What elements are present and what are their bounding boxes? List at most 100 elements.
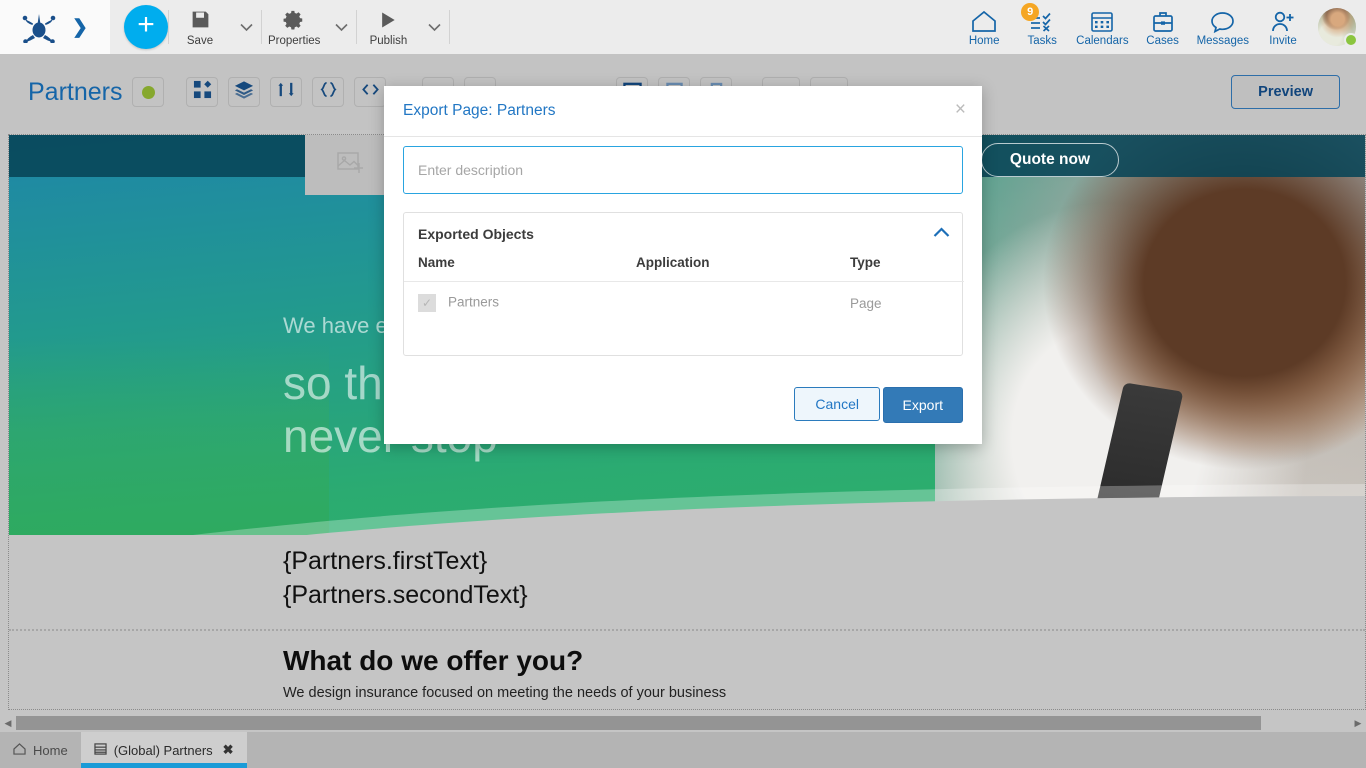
toolbar-publish-group: Publish [357,0,449,54]
exported-objects-header[interactable]: Exported Objects [404,213,962,255]
export-button[interactable]: Export [882,387,963,423]
save-floppy-icon [190,8,211,32]
nav-item-messages[interactable]: Messages [1192,0,1254,54]
exported-objects-panel: Exported Objects Name Application Type ✓… [403,212,964,356]
logo-zone: ❯ [0,0,110,54]
nav-label-messages: Messages [1196,34,1249,47]
page-status-button[interactable] [132,77,165,107]
table-header-row: Name Application Type [404,255,964,282]
table-row[interactable]: ✓ Partners Page [404,282,964,313]
cell-type: Page [850,295,882,311]
scrollbar-thumb[interactable] [16,716,1261,730]
avatar-online-status-dot [1344,33,1358,47]
row-checkbox-checked-icon[interactable]: ✓ [418,294,436,312]
publish-dropdown-caret[interactable] [419,0,449,54]
save-label: Save [186,34,214,47]
template-expression-first[interactable]: {Partners.firstText} [283,547,487,576]
properties-dropdown-caret[interactable] [326,0,356,54]
home-outline-icon [13,742,26,758]
body-section: {Partners.firstText} {Partners.secondTex… [9,535,1365,709]
chevron-up-icon[interactable] [933,225,950,243]
gear-icon [283,8,305,32]
export-page-dialog: Export Page: Partners × Exported Objects… [384,86,982,444]
frog-logo-icon[interactable] [22,11,56,44]
nav-label-calendars: Calendars [1076,34,1129,47]
speech-bubble-icon [1210,8,1235,33]
calendar-icon [1090,8,1114,33]
tab-home[interactable]: Home [0,732,81,768]
braces-button[interactable] [312,77,345,107]
cancel-button[interactable]: Cancel [794,387,880,421]
exported-objects-label: Exported Objects [418,226,534,242]
home-icon [971,8,997,33]
nav-label-home: Home [968,34,1000,47]
column-header-name: Name [404,255,636,282]
flow-button[interactable] [270,77,303,107]
page-title: Partners [28,77,123,106]
toolbar-properties-group: Properties [262,0,356,54]
description-input[interactable] [403,146,963,194]
tab-label-global-partners: (Global) Partners [113,742,213,758]
save-dropdown-caret[interactable] [231,0,261,54]
save-button[interactable]: Save [169,0,231,54]
dialog-header: Export Page: Partners × [384,86,982,137]
section-divider [9,629,1365,631]
tab-close-icon[interactable]: ✖ [223,742,234,758]
code-button[interactable] [354,77,387,107]
avatar[interactable] [1318,8,1358,47]
horizontal-scrollbar[interactable]: ◀ ▶ [0,714,1366,732]
cell-application [636,282,850,313]
offer-heading[interactable]: What do we offer you? [283,645,583,677]
nav-label-tasks: Tasks [1027,34,1057,47]
dialog-footer: Cancel Export [384,376,982,444]
nav-label-cases: Cases [1146,34,1179,47]
widgets-grid-icon [193,80,212,104]
quote-now-button[interactable]: Quote now [980,143,1119,177]
tab-label-home: Home [33,742,68,758]
nav-item-tasks[interactable]: 9 Tasks [1013,0,1071,54]
properties-button[interactable]: Properties [262,0,326,54]
top-toolbar: ❯ + Save Properties Publish Home 9 Tasks… [0,0,1366,54]
person-plus-icon [1270,8,1296,33]
column-header-type: Type [850,255,964,282]
properties-label: Properties [268,34,321,47]
toolbar-save-group: Save [169,0,261,54]
scroll-left-arrow-icon[interactable]: ◀ [0,715,16,731]
flow-icon [277,80,295,104]
row-name-text: Partners [448,294,500,310]
image-placeholder-icon [337,151,364,180]
column-header-application: Application [636,255,850,282]
template-expression-second[interactable]: {Partners.secondText} [283,581,528,610]
hero-logo-placeholder[interactable] [305,135,395,195]
cell-name: ✓ Partners [404,282,636,312]
publish-button[interactable]: Publish [357,0,419,54]
nav-item-home[interactable]: Home [955,0,1013,54]
close-icon[interactable]: × [955,100,966,119]
nav-item-calendars[interactable]: Calendars [1071,0,1133,54]
exported-objects-table: Name Application Type ✓ Partners Page [404,255,964,312]
scroll-right-arrow-icon[interactable]: ▶ [1350,715,1366,731]
plus-icon: + [137,8,155,41]
toolbar-divider [449,10,451,44]
play-triangle-icon [378,8,398,32]
chevron-right-icon[interactable]: ❯ [72,18,88,37]
status-dot-icon [141,85,155,99]
nav-item-cases[interactable]: Cases [1134,0,1192,54]
dialog-title: Export Page: Partners [403,102,556,119]
page-icon [94,742,107,758]
code-icon [361,80,380,104]
bottom-tab-bar: Home (Global) Partners ✖ [0,732,1366,768]
layers-button[interactable] [228,77,261,107]
scrollbar-track[interactable] [16,716,1350,730]
braces-icon [319,80,338,104]
page-header-tool-buttons [176,77,387,107]
offer-subtext[interactable]: We design insurance focused on meeting t… [283,685,726,701]
widgets-grid-button[interactable] [186,77,219,107]
tab-global-partners[interactable]: (Global) Partners ✖ [80,732,247,768]
toolbar-right-nav: Home 9 Tasks Calendars Cases Messages In… [955,0,1366,54]
add-button[interactable]: + [124,5,168,49]
nav-item-invite[interactable]: Invite [1254,0,1312,54]
briefcase-icon [1151,8,1175,33]
hero-kicker-text: We have e [283,313,388,338]
preview-button[interactable]: Preview [1231,75,1340,109]
